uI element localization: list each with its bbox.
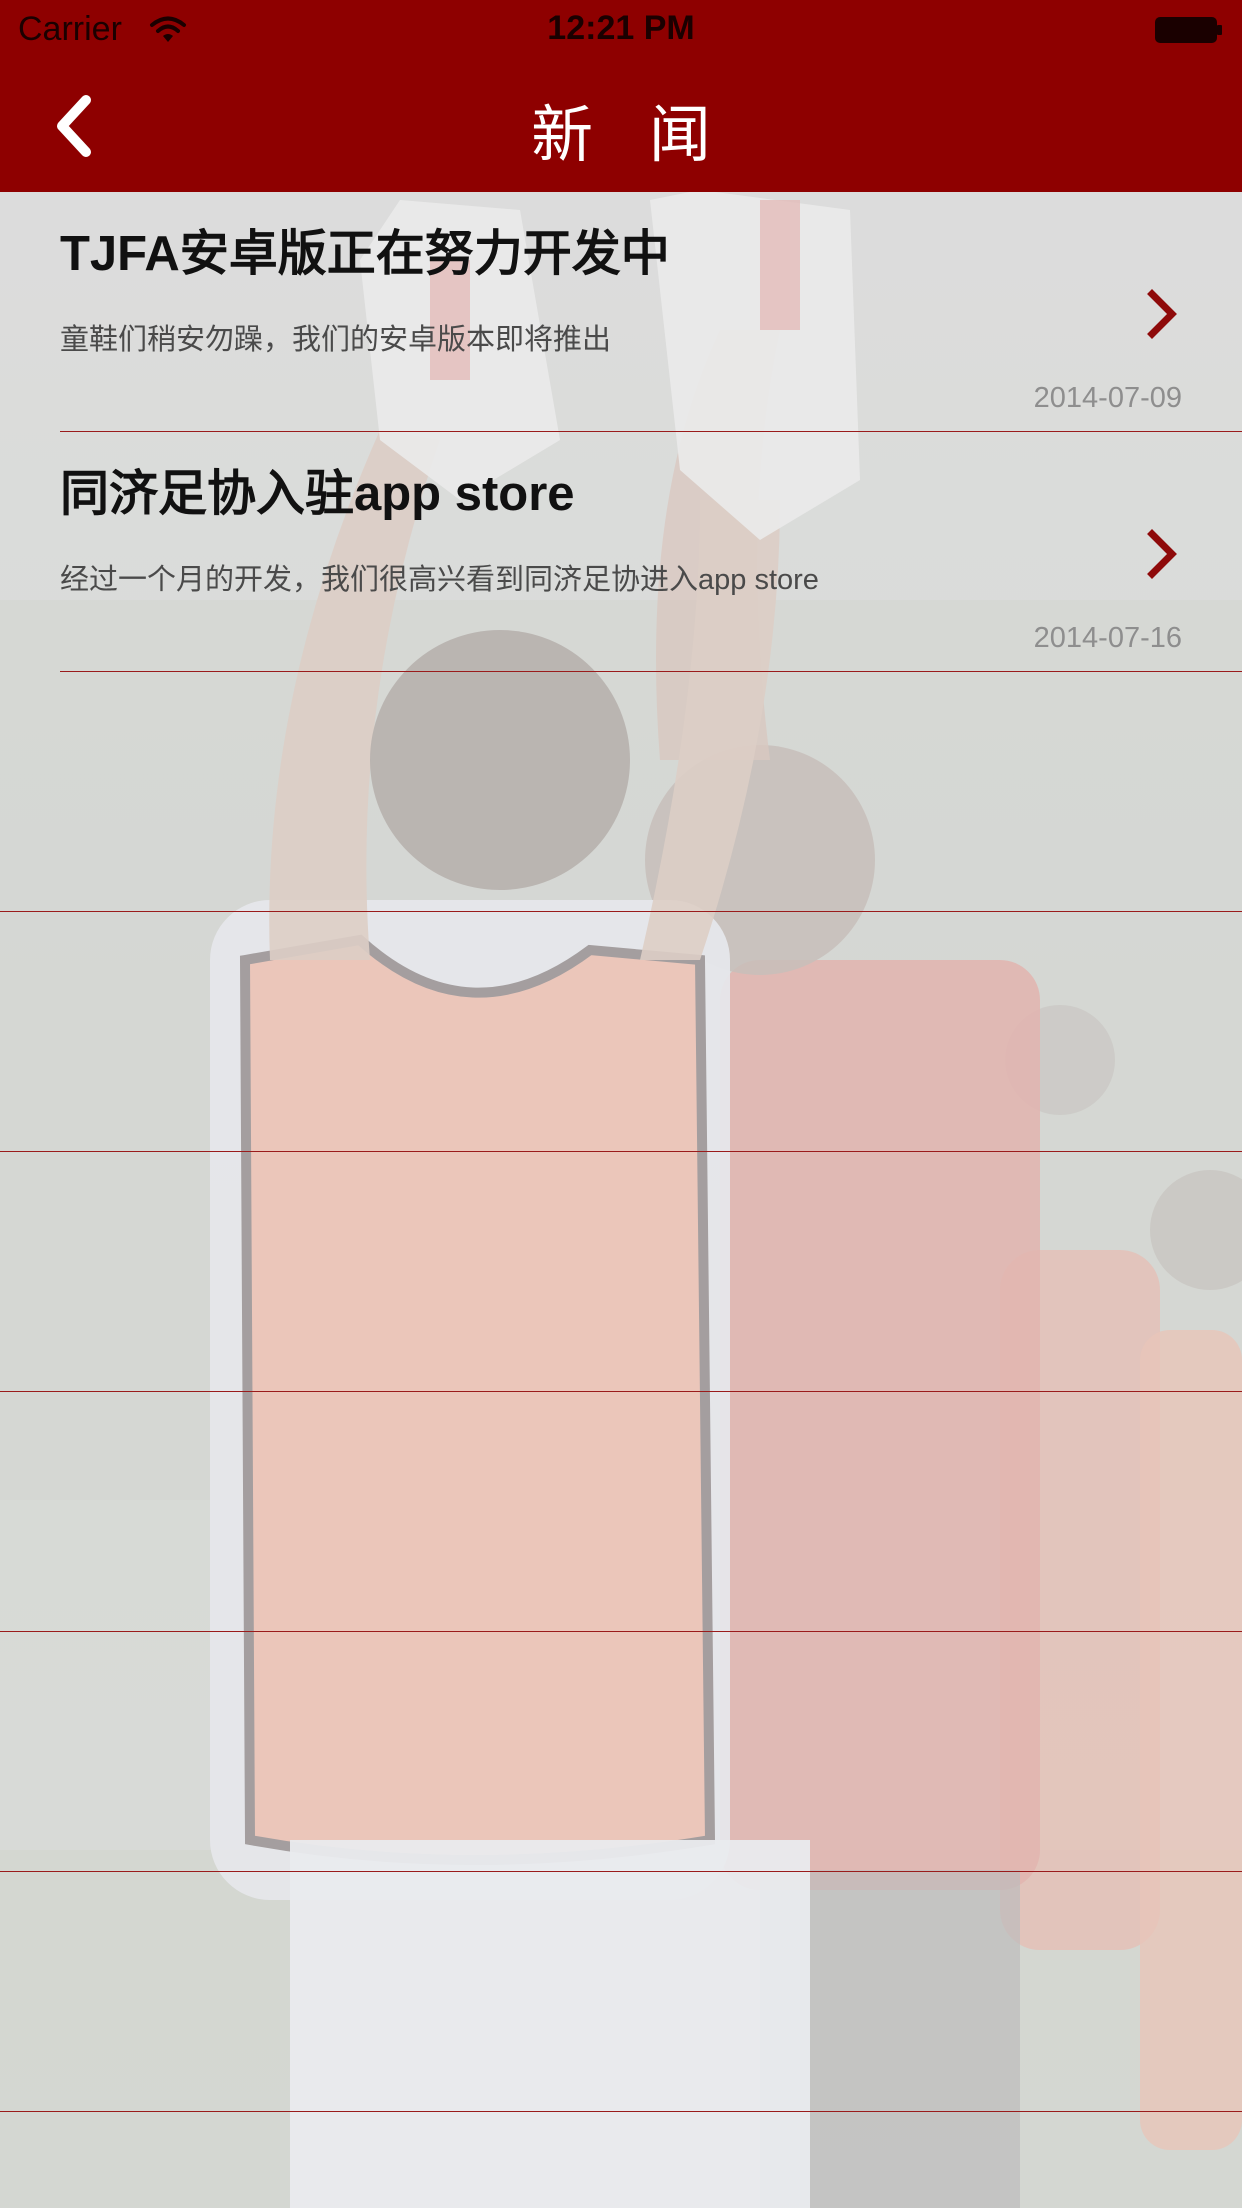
- empty-row: [0, 1392, 1242, 1632]
- empty-row: [0, 1872, 1242, 2112]
- empty-row: [0, 912, 1242, 1152]
- news-title: TJFA安卓版正在努力开发中: [60, 227, 670, 281]
- status-time: 12:21 PM: [547, 9, 695, 47]
- navigation-bar: 新 闻: [0, 60, 1242, 192]
- news-item[interactable]: TJFA安卓版正在努力开发中 童鞋们稍安勿躁，我们的安卓版本即将推出 2014-…: [0, 192, 1242, 432]
- news-date: 2014-07-09: [1033, 382, 1182, 414]
- battery-icon: [1155, 17, 1222, 43]
- news-title: 同济足协入驻app store: [60, 467, 575, 521]
- news-list: TJFA安卓版正在努力开发中 童鞋们稍安勿躁，我们的安卓版本即将推出 2014-…: [0, 192, 1242, 2112]
- status-bar: Carrier 12:21 PM: [0, 0, 1242, 60]
- news-date: 2014-07-16: [1033, 622, 1182, 654]
- page-title: 新 闻: [531, 98, 729, 171]
- empty-row: [0, 1152, 1242, 1392]
- news-screen: Carrier 12:21 PM 新 闻 TJFA安卓版正在努力开发中 童鞋们稍…: [0, 0, 1242, 2208]
- news-summary: 童鞋们稍安勿躁，我们的安卓版本即将推出: [60, 324, 612, 356]
- chevron-right-icon: [1147, 529, 1177, 579]
- empty-row: [0, 1632, 1242, 1872]
- news-summary: 经过一个月的开发，我们很高兴看到同济足协进入app store: [60, 564, 819, 596]
- news-item[interactable]: 同济足协入驻app store 经过一个月的开发，我们很高兴看到同济足协进入ap…: [0, 432, 1242, 672]
- empty-row: [0, 672, 1242, 912]
- row-separator: [0, 2110, 1242, 2112]
- chevron-right-icon: [1147, 289, 1177, 339]
